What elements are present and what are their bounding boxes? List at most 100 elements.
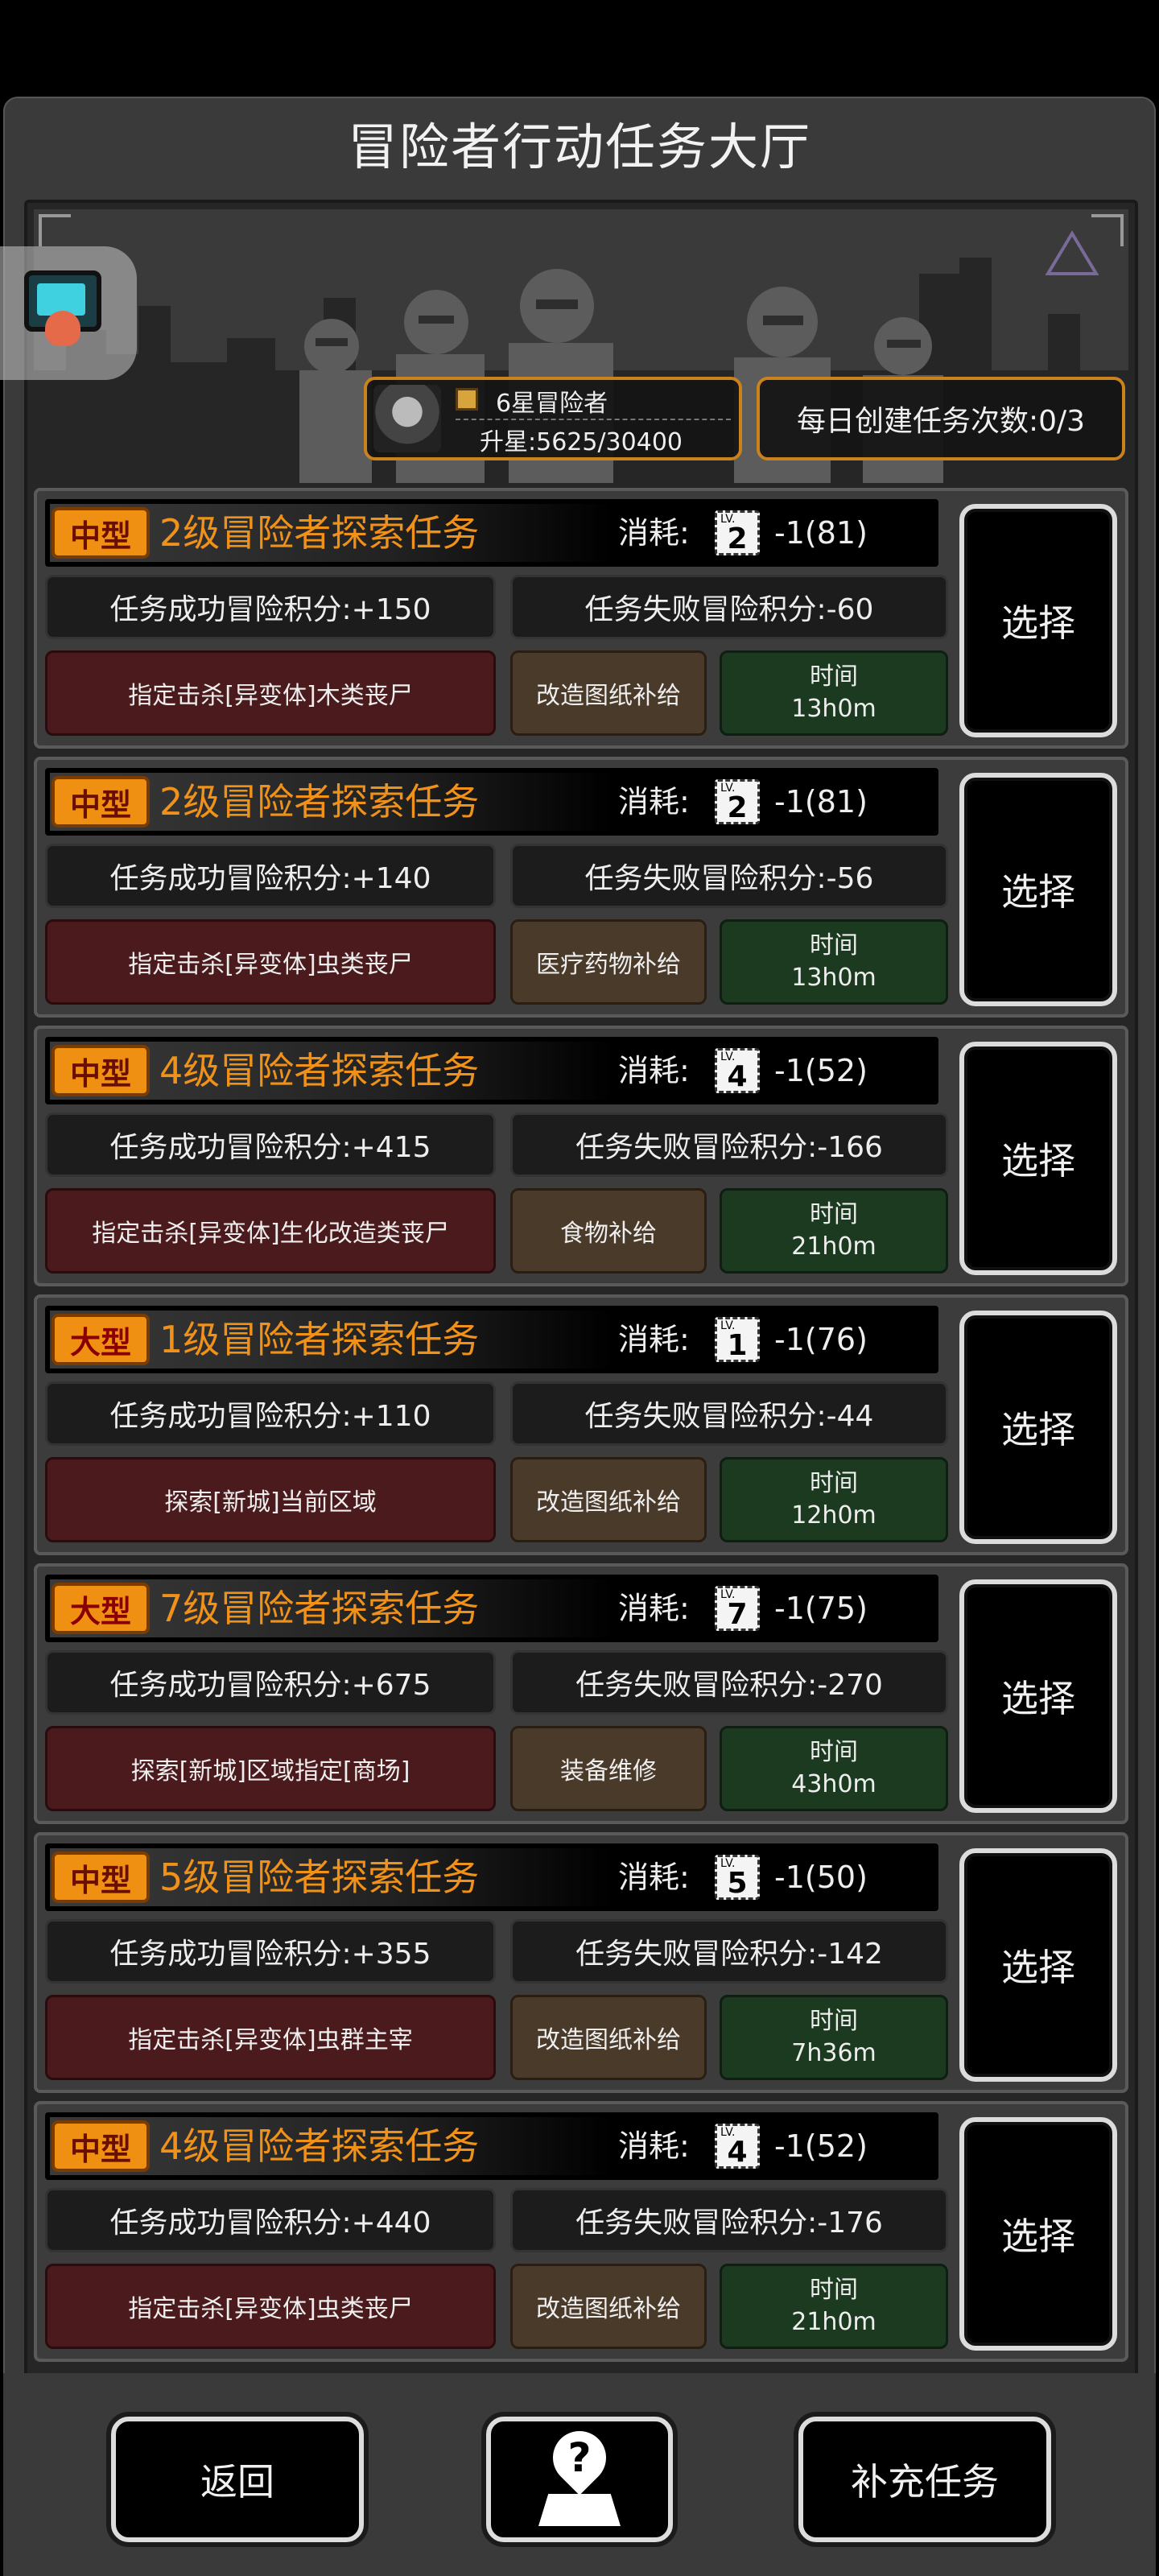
time-label: 时间 [810, 1738, 858, 1766]
select-button[interactable]: 选择 [959, 1848, 1117, 2082]
mission-time: 时间 13h0m [720, 650, 948, 736]
mission-size-badge: 大型 [52, 1314, 150, 1365]
select-button[interactable]: 选择 [959, 1579, 1117, 1813]
time-value: 21h0m [791, 2308, 876, 2336]
cost-label: 消耗: [618, 1053, 690, 1088]
mission-time: 时间 21h0m [720, 1188, 948, 1274]
mission-header: 中型 4级冒险者探索任务 消耗: LV. 4 -1(52) [45, 2112, 938, 2180]
mission-target: 指定击杀[异变体]木类丧尸 [45, 650, 496, 736]
mission-reward: 食物补给 [510, 1188, 707, 1274]
mission-time: 时间 21h0m [720, 2264, 948, 2349]
mission-header: 中型 2级冒险者探索任务 消耗: LV. 2 -1(81) [45, 499, 938, 567]
level-ticket-icon: LV. 4 [715, 1048, 760, 1093]
cost-value: -1(81) [774, 515, 868, 551]
time-value: 13h0m [791, 964, 876, 992]
mission-list: 中型 2级冒险者探索任务 消耗: LV. 2 -1(81) 任务成功冒险积分:+… [34, 488, 1128, 2370]
ticket-level: 5 [727, 1867, 748, 1900]
mission-reward: 改造图纸补给 [510, 1457, 707, 1542]
page-title: 冒险者行动任务大厅 [347, 118, 811, 176]
cost-label: 消耗: [618, 1322, 690, 1357]
banner-corner-ornament [1091, 214, 1124, 246]
mission-size-badge: 大型 [52, 1583, 150, 1634]
cost-value: -1(50) [774, 1860, 868, 1895]
select-button[interactable]: 选择 [959, 1042, 1117, 1275]
mission-card: 大型 7级冒险者探索任务 消耗: LV. 7 -1(75) 任务成功冒险积分:+… [34, 1563, 1128, 1824]
mission-time: 时间 43h0m [720, 1726, 948, 1811]
time-value: 12h0m [791, 1501, 876, 1530]
select-button[interactable]: 选择 [959, 773, 1117, 1006]
mission-card: 大型 1级冒险者探索任务 消耗: LV. 1 -1(76) 任务成功冒险积分:+… [34, 1294, 1128, 1555]
mission-name: 4级冒险者探索任务 [159, 1049, 480, 1092]
mission-header: 中型 4级冒险者探索任务 消耗: LV. 4 -1(52) [45, 1037, 938, 1104]
mission-name: 2级冒险者探索任务 [159, 511, 480, 555]
cost-value: -1(75) [774, 1591, 868, 1626]
mission-target: 指定击杀[异变体]虫群主宰 [45, 1995, 496, 2080]
mission-name: 5级冒险者探索任务 [159, 1856, 480, 1899]
rank-title: 6星冒险者 [496, 390, 608, 418]
time-value: 21h0m [791, 1232, 876, 1261]
fail-score: 任务失败冒险积分:-270 [510, 1650, 948, 1715]
success-score: 任务成功冒险积分:+110 [45, 1381, 496, 1446]
ticket-level: 2 [727, 791, 748, 824]
mission-card: 中型 5级冒险者探索任务 消耗: LV. 5 -1(50) 任务成功冒险积分:+… [34, 1832, 1128, 2093]
cost-label: 消耗: [618, 515, 690, 551]
divider [456, 419, 731, 420]
fail-score: 任务失败冒险积分:-44 [510, 1381, 948, 1446]
mission-size-badge: 中型 [52, 2120, 150, 2172]
level-ticket-icon: LV. 7 [715, 1586, 760, 1631]
mission-target: 探索[新城]区域指定[商场] [45, 1726, 496, 1811]
time-value: 13h0m [791, 695, 876, 723]
mission-name: 4级冒险者探索任务 [159, 2124, 480, 2168]
fail-score: 任务失败冒险积分:-166 [510, 1113, 948, 1177]
select-button[interactable]: 选择 [959, 504, 1117, 737]
level-ticket-icon: LV. 5 [715, 1855, 760, 1900]
mission-reward: 装备维修 [510, 1726, 707, 1811]
success-score: 任务成功冒险积分:+415 [45, 1113, 496, 1177]
select-button[interactable]: 选择 [959, 1311, 1117, 1544]
cost-label: 消耗: [618, 784, 690, 819]
cost-label: 消耗: [618, 2128, 690, 2164]
cost-value: -1(52) [774, 2128, 868, 2164]
time-label: 时间 [810, 931, 858, 960]
rank-panel[interactable]: 6星冒险者 升星:5625/30400 [364, 377, 742, 460]
cost-value: -1(81) [774, 784, 868, 819]
mission-card: 中型 2级冒险者探索任务 消耗: LV. 2 -1(81) 任务成功冒险积分:+… [34, 757, 1128, 1018]
bottom-bar: 返回 ? 补充任务 [3, 2373, 1156, 2576]
mission-header: 大型 1级冒险者探索任务 消耗: LV. 1 -1(76) [45, 1306, 938, 1373]
ticket-level: 4 [727, 2136, 748, 2169]
fail-score: 任务失败冒险积分:-176 [510, 2188, 948, 2252]
refill-missions-button[interactable]: 补充任务 [798, 2417, 1051, 2542]
level-ticket-icon: LV. 4 [715, 2124, 760, 2169]
success-score: 任务成功冒险积分:+440 [45, 2188, 496, 2252]
cost-value: -1(52) [774, 1053, 868, 1088]
cost-label: 消耗: [618, 1591, 690, 1626]
floating-assistant-widget[interactable] [0, 246, 137, 380]
ticket-level: 2 [727, 522, 748, 555]
mission-header: 中型 2级冒险者探索任务 消耗: LV. 2 -1(81) [45, 768, 938, 836]
select-button[interactable]: 选择 [959, 2117, 1117, 2351]
success-score: 任务成功冒险积分:+150 [45, 575, 496, 639]
ticket-level: 1 [727, 1329, 748, 1362]
success-score: 任务成功冒险积分:+355 [45, 1919, 496, 1984]
mission-target: 指定击杀[异变体]虫类丧尸 [45, 2264, 496, 2349]
mission-time: 时间 12h0m [720, 1457, 948, 1542]
fail-score: 任务失败冒险积分:-60 [510, 575, 948, 639]
time-label: 时间 [810, 663, 858, 691]
daily-create-count: 每日创建任务次数:0/3 [757, 377, 1125, 460]
mission-name: 1级冒险者探索任务 [159, 1318, 480, 1361]
mission-header: 大型 7级冒险者探索任务 消耗: LV. 7 -1(75) [45, 1575, 938, 1642]
mission-size-badge: 中型 [52, 507, 150, 559]
mission-card: 中型 4级冒险者探索任务 消耗: LV. 4 -1(52) 任务成功冒险积分:+… [34, 2101, 1128, 2362]
mission-card: 中型 4级冒险者探索任务 消耗: LV. 4 -1(52) 任务成功冒险积分:+… [34, 1026, 1128, 1286]
mission-size-badge: 中型 [52, 776, 150, 828]
help-button[interactable]: ? [486, 2417, 673, 2542]
time-label: 时间 [810, 1200, 858, 1228]
mission-time: 时间 13h0m [720, 919, 948, 1005]
time-value: 43h0m [791, 1770, 876, 1798]
ticket-level: 4 [727, 1060, 748, 1093]
mission-card: 中型 2级冒险者探索任务 消耗: LV. 2 -1(81) 任务成功冒险积分:+… [34, 488, 1128, 749]
level-ticket-icon: LV. 2 [715, 510, 760, 555]
time-label: 时间 [810, 2276, 858, 2304]
back-button[interactable]: 返回 [111, 2417, 364, 2542]
content-area: 6星冒险者 升星:5625/30400 每日创建任务次数:0/3 中型 2级冒险… [24, 200, 1138, 2463]
